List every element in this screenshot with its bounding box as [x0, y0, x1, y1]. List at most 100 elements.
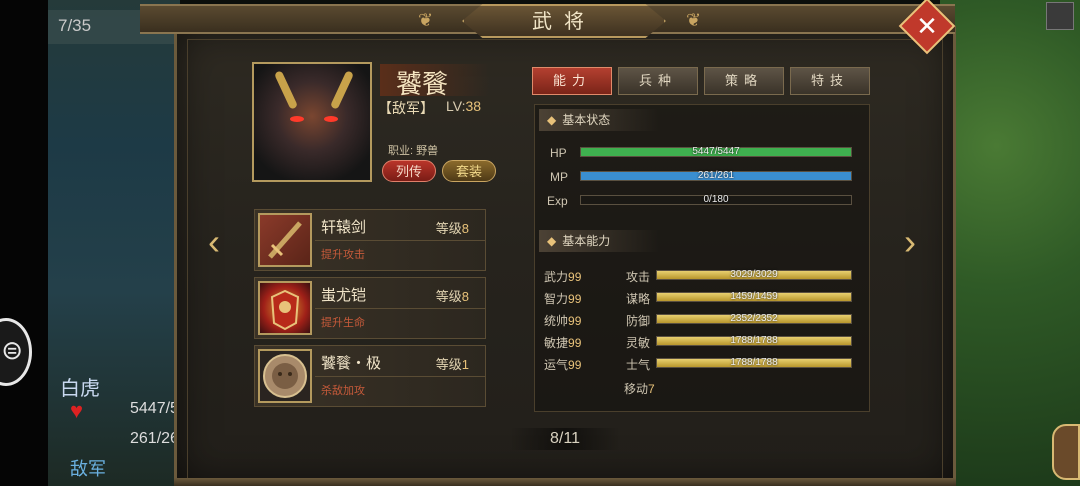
attr-defense-bar: 2352/2352: [656, 313, 852, 324]
mp-bar-text: 261/261: [697, 170, 735, 181]
stat-name: 敏捷: [544, 336, 569, 350]
movement-stat: 移动7: [624, 380, 655, 397]
equipment-level-value: 8: [461, 221, 469, 236]
menu-icon[interactable]: [1046, 2, 1074, 30]
hero-level-value: 38: [465, 98, 482, 114]
equipment-effect: 提升生命: [321, 317, 365, 329]
page-indicator: 8/11: [510, 428, 620, 450]
stat-name: 统帅: [544, 314, 569, 328]
hp-label: HP: [550, 146, 567, 160]
stat-luck: 运气99: [544, 356, 581, 373]
background-right-scene: [940, 0, 1080, 486]
panel-bottom-edge: [174, 478, 956, 486]
stat-value: 99: [568, 270, 582, 284]
next-general-arrow-icon[interactable]: ›: [898, 220, 922, 264]
prev-general-arrow-icon[interactable]: ‹: [202, 220, 226, 264]
exp-bar-text: 0/180: [703, 194, 729, 205]
title-ornament-right-icon: ❦: [686, 10, 702, 30]
title-ornament-left-icon: ❦: [418, 10, 434, 30]
portrait-eye-left: [290, 116, 304, 122]
portrait-horn-left: [273, 70, 299, 110]
equipment-slot-weapon[interactable]: 轩辕剑 等级8 提升攻击: [254, 209, 486, 271]
diamond-icon: ◆: [547, 234, 557, 248]
diamond-icon: ◆: [547, 113, 557, 127]
mp-label: MP: [550, 170, 568, 184]
tab-special-skill[interactable]: 特技: [790, 67, 870, 95]
heart-icon: ♥: [70, 398, 84, 423]
attr-bar-text: 1788/1788: [730, 335, 778, 346]
equipment-level-label: 等级: [435, 221, 462, 236]
hp-bar-text: 5447/5447: [692, 146, 740, 157]
mp-bar: 261/261: [580, 170, 852, 181]
hero-side: 【敌军】: [378, 100, 434, 116]
divider: [315, 376, 485, 377]
attr-defense-label: 防御: [626, 314, 651, 328]
equipment-name: 饕餮・极: [321, 354, 382, 372]
equipment-set-button[interactable]: 套装: [442, 160, 496, 182]
bg-unit-side: 敌军: [70, 459, 106, 480]
basic-status-title: 基本状态: [562, 113, 611, 127]
hero-portrait: [252, 62, 372, 182]
close-x-icon: ✕: [916, 11, 938, 41]
stat-intelligence: 智力99: [544, 290, 581, 307]
basic-status-header: ◆ 基本状态: [539, 109, 659, 131]
attr-attack-bar: 3029/3029: [656, 269, 852, 280]
equipment-effect: 杀敌加攻: [321, 385, 365, 397]
equipment-level: 等级1: [436, 354, 469, 373]
hero-job: 职业: 野兽: [388, 145, 439, 157]
tab-ability[interactable]: 能力: [532, 67, 612, 95]
equipment-name: 轩辕剑: [321, 218, 367, 236]
equipment-effect: 提升攻击: [321, 249, 365, 261]
stat-name: 武力: [544, 270, 569, 284]
movement-label: 移动: [624, 382, 649, 396]
attr-dexterity-label: 灵敏: [626, 336, 651, 350]
equipment-level: 等级8: [436, 286, 469, 305]
hero-name: 饕餮: [380, 64, 490, 100]
attr-strategy-label: 谋略: [626, 292, 651, 306]
equipment-slot-treasure[interactable]: 饕餮・极 等级1 杀敌加攻: [254, 345, 486, 407]
attr-strategy-bar: 1459/1459: [656, 291, 852, 302]
biography-button[interactable]: 列传: [382, 160, 436, 182]
stat-value: 99: [568, 358, 582, 372]
attr-morale-label: 士气: [626, 358, 651, 372]
portrait-eye-right: [324, 116, 338, 122]
equipment-level-value: 8: [461, 289, 469, 304]
attr-bar-text: 1788/1788: [730, 357, 778, 368]
tab-strategy[interactable]: 策略: [704, 67, 784, 95]
stat-value: 99: [568, 314, 582, 328]
window-title: 武将: [462, 4, 666, 38]
stat-name: 运气: [544, 358, 569, 372]
attr-bar-text: 3029/3029: [730, 269, 778, 280]
hero-level: LV:38: [446, 98, 481, 114]
equipment-level: 等级8: [436, 218, 469, 237]
sword-icon: [258, 213, 312, 267]
movement-value: 7: [648, 382, 655, 396]
basic-ability-header: ◆ 基本能力: [539, 230, 659, 252]
stat-value: 99: [568, 336, 582, 350]
attr-dexterity-bar: 1788/1788: [656, 335, 852, 346]
attr-attack-label: 攻击: [626, 270, 651, 284]
left-black-edge: [0, 0, 48, 486]
stat-value: 99: [568, 292, 582, 306]
equipment-level-label: 等级: [435, 289, 462, 304]
exp-bar: 0/180: [580, 194, 852, 205]
equipment-level-value: 1: [461, 357, 469, 372]
tab-troop-type[interactable]: 兵种: [618, 67, 698, 95]
beast-medallion-icon: [258, 349, 312, 403]
attr-morale-bar: 1788/1788: [656, 357, 852, 368]
bg-unit-name: 白虎: [60, 376, 100, 400]
divider: [315, 240, 485, 241]
portrait-horn-right: [329, 70, 355, 110]
armor-icon: [258, 281, 312, 335]
corner-action-button[interactable]: [1052, 424, 1080, 480]
hero-level-label: LV:: [446, 98, 466, 114]
equipment-slot-armor[interactable]: 蚩尤铠 等级8 提升生命: [254, 277, 486, 339]
attr-bar-text: 2352/2352: [730, 313, 778, 324]
equipment-name: 蚩尤铠: [321, 286, 367, 304]
stat-command: 统帅99: [544, 312, 581, 329]
exp-label: Exp: [547, 194, 568, 208]
stat-name: 智力: [544, 292, 569, 306]
stat-strength: 武力99: [544, 268, 581, 285]
equipment-level-label: 等级: [435, 357, 462, 372]
divider: [315, 308, 485, 309]
